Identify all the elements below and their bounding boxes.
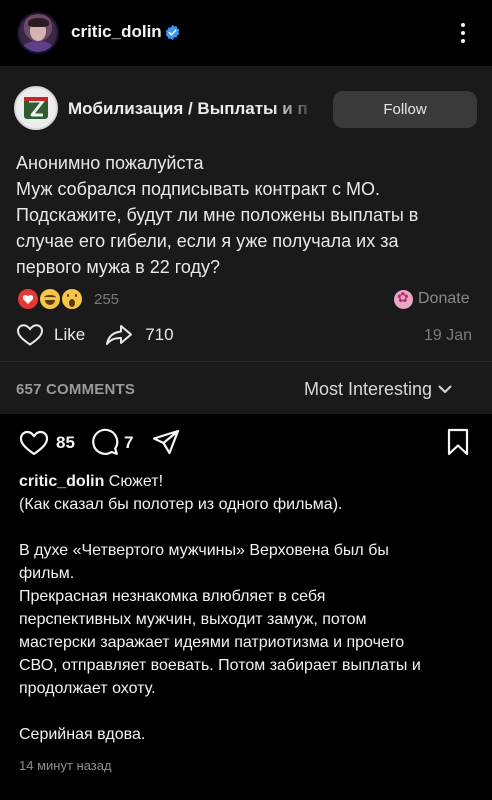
- channel-name[interactable]: Мобилизация / Выплаты и п: [68, 99, 318, 119]
- caption-line: СВО, отправляет воевать. Потом забирает …: [19, 657, 421, 674]
- follow-button[interactable]: Follow: [333, 91, 477, 128]
- user-avatar[interactable]: [19, 14, 57, 52]
- embedded-post-card: Мобилизация / Выплаты и п Follow Анонимн…: [0, 66, 492, 414]
- post-date: 19 Jan: [424, 327, 473, 344]
- caption-line: critic_dolin Сюжет!: [19, 470, 479, 493]
- heart-reaction-icon: [16, 287, 40, 311]
- bookmark-icon[interactable]: [447, 428, 469, 456]
- comment-icon[interactable]: [91, 428, 119, 456]
- username[interactable]: critic_dolin: [71, 22, 162, 42]
- caption-line: фильм.: [19, 565, 75, 582]
- comments-sort-select[interactable]: Most Interesting: [304, 379, 452, 400]
- send-icon[interactable]: [152, 429, 180, 455]
- donate-button[interactable]: Donate: [394, 287, 470, 311]
- z-emblem-icon: [24, 97, 48, 119]
- caption-line: продолжает охоту.: [19, 680, 156, 697]
- post-timestamp: 14 минут назад: [19, 758, 112, 773]
- caption-line: Прекрасная незнакомка влюбляет в себя: [19, 588, 326, 605]
- like-heart-icon[interactable]: [16, 323, 44, 347]
- donate-label: Donate: [418, 290, 470, 307]
- caption-line: мастерски заражает идеями патриотизма и …: [19, 634, 405, 651]
- caption-first-text: Сюжет!: [104, 473, 164, 490]
- like-share-row: Like 710: [16, 322, 174, 348]
- likes-count[interactable]: 85: [56, 433, 75, 453]
- caption-line: (Как сказал бы полотер из одного фильма)…: [19, 496, 343, 513]
- comments-count-action[interactable]: 7: [124, 433, 133, 453]
- like-label[interactable]: Like: [54, 325, 85, 345]
- post-header: critic_dolin: [0, 0, 492, 66]
- share-arrow-icon[interactable]: [105, 323, 133, 347]
- surprised-reaction-icon: [60, 287, 84, 311]
- laughing-reaction-icon: [38, 287, 62, 311]
- caption-line: [19, 516, 479, 539]
- verified-badge-icon: [165, 25, 180, 40]
- chevron-down-icon: [438, 385, 452, 393]
- post-text-line: первого мужа в 22 году?: [16, 257, 221, 277]
- reaction-count: 255: [94, 290, 120, 308]
- caption-line: Серийная вдова.: [19, 726, 146, 743]
- share-count: 710: [145, 325, 174, 344]
- heart-icon[interactable]: [19, 429, 49, 456]
- caption-line: В духе «Четвертого мужчины» Верховена бы…: [19, 542, 389, 559]
- caption-username[interactable]: critic_dolin: [19, 473, 104, 490]
- channel-avatar[interactable]: [14, 86, 58, 130]
- caption-line: перспективных мужчин, выходит замуж, пот…: [19, 611, 367, 628]
- post-caption: critic_dolin Сюжет! (Как сказал бы полот…: [19, 470, 479, 746]
- sort-label: Most Interesting: [304, 379, 433, 399]
- post-text-line: Муж собрался подписывать контракт с МО.: [16, 179, 381, 199]
- post-actions-bar: 85 7: [0, 420, 492, 464]
- comments-count[interactable]: 657 COMMENTS: [16, 381, 135, 398]
- post-text-line: случае его гибели, если я уже получала и…: [16, 231, 399, 251]
- post-text-line: Анонимно пожалуйста: [16, 153, 204, 173]
- reactions-bar[interactable]: 255: [16, 287, 119, 311]
- divider: [0, 361, 492, 362]
- post-text: Анонимно пожалуйста Муж собрался подписы…: [16, 150, 478, 280]
- caption-line: [19, 700, 479, 723]
- more-options-icon[interactable]: [452, 21, 474, 45]
- post-text-line: Подскажите, будут ли мне положены выплат…: [16, 205, 419, 225]
- flower-icon: [394, 289, 413, 309]
